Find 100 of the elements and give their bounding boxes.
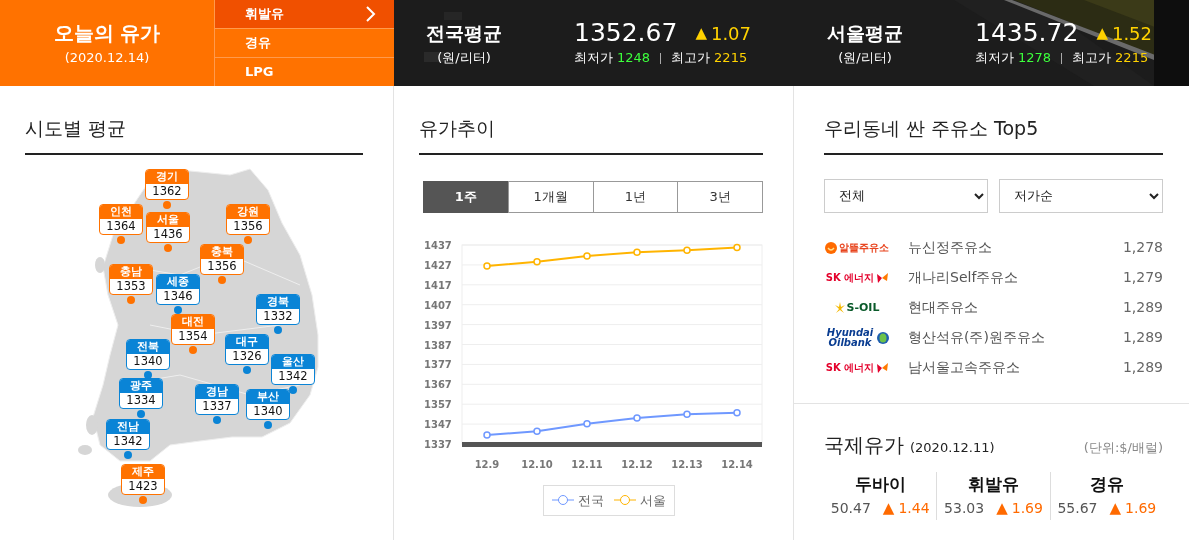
station-price: 1,289 (1122, 298, 1163, 318)
globe-icon (877, 331, 889, 344)
region-name: 강원 (227, 204, 269, 219)
data-point (633, 413, 641, 422)
region-price: 1334 (125, 392, 157, 408)
date-text: (2020.12.14) (64, 49, 150, 68)
station-price: 1,278 (1122, 238, 1163, 258)
fuel-menu-item[interactable]: 휘발유 (215, 0, 394, 29)
axis-label: 1437 (424, 239, 452, 251)
change-value: 1.69 (1125, 498, 1157, 518)
oil-price: 50.47 (830, 498, 871, 518)
brand-logo-text: SK 에너지 (825, 362, 875, 373)
price-value: 1435.72 (975, 18, 1079, 49)
butterfly-icon (876, 361, 889, 374)
axis-label: 1377 (424, 359, 452, 371)
change-value: 1.69 (1011, 498, 1043, 518)
region-name: 전남 (107, 419, 149, 434)
axis-label: 12.9 (474, 458, 500, 470)
sun-icon (834, 301, 845, 314)
brand-logo-text: SK 에너지 (825, 272, 875, 283)
period-tab[interactable]: 1개월 (507, 180, 594, 213)
data-point (633, 248, 641, 256)
region-name: 세종 (157, 274, 199, 289)
section-title: 우리동네 싼 주유소 Top5 (824, 86, 1163, 155)
section-title: 시도별 평균 (25, 86, 363, 155)
data-point (683, 410, 691, 418)
average-title: 서울평균 (827, 21, 903, 46)
data-point (733, 408, 741, 417)
region-name: 부산 (247, 389, 289, 404)
brand-logo-text: 알뜰주유소 (839, 242, 889, 253)
period-tab[interactable]: 1년 (592, 180, 679, 213)
axis-label: 12.10 (521, 458, 553, 470)
change-value: 1.52 (1111, 21, 1152, 46)
region-price: 1342 (277, 368, 309, 384)
axis-label: 1407 (424, 299, 452, 311)
region-name: 충남 (110, 264, 152, 279)
region-price: 1342 (112, 433, 144, 449)
data-point (683, 246, 691, 254)
period-tab[interactable]: 1주 (423, 180, 509, 213)
min-label: 최저가 (975, 49, 1014, 68)
brand-logo-text: Hyundai Oilbank (825, 327, 875, 348)
axis-label: 1367 (424, 379, 452, 390)
station-name: 개나리Self주유소 (907, 268, 1020, 288)
up-arrow: ▲ (695, 23, 707, 44)
station-name: 남서울고속주유소 (907, 358, 1021, 378)
axis-label: 12.12 (621, 458, 653, 470)
date-text: (2020.12.11) (910, 438, 995, 457)
region-name: 대구 (226, 334, 268, 349)
region-name: 대전 (172, 314, 214, 329)
max-label: 최고가 (1072, 49, 1112, 68)
region-price: 1356 (232, 218, 264, 234)
axis-label: 1397 (424, 319, 452, 331)
region-name: 경북 (257, 294, 299, 309)
period-tab[interactable]: 3년 (677, 180, 763, 213)
region-price: 1326 (231, 348, 263, 364)
min-value: 1248 (617, 49, 651, 68)
region-name: 전북 (127, 339, 169, 354)
page-title: 오늘의 유가 (53, 20, 161, 48)
chevron-right-icon (366, 6, 376, 22)
axis-label: 12.11 (571, 458, 603, 470)
data-point (733, 243, 741, 251)
oil-name: 두바이 (854, 472, 906, 496)
station-name: 형산석유(주)원주유소 (907, 328, 1046, 348)
axis-label: 1417 (424, 279, 452, 291)
max-label: 최고가 (671, 49, 711, 68)
up-arrow: ▲ (1109, 498, 1122, 520)
station-name: 현대주유소 (907, 298, 979, 318)
region-name: 제주 (122, 464, 164, 479)
max-value: 2215 (714, 49, 748, 68)
data-point (533, 257, 541, 266)
change-value: 1.07 (710, 21, 751, 46)
filter-select[interactable]: 저가순 (999, 178, 1163, 213)
unit-text: (단위:$/배럴) (1083, 438, 1163, 457)
max-value: 2215 (1115, 49, 1149, 68)
min-label: 최저가 (574, 49, 613, 68)
section-title: 유가추이 (419, 86, 763, 155)
region-price: 1337 (201, 398, 233, 414)
oil-name: 경유 (1089, 472, 1124, 496)
oil-price: 53.03 (944, 498, 985, 518)
region-price: 1346 (162, 288, 194, 304)
data-point (533, 427, 541, 435)
region-price: 1340 (252, 403, 284, 419)
butterfly-icon (876, 271, 889, 284)
station-price: 1,289 (1122, 328, 1163, 348)
brand-logo-text: S-OIL (846, 302, 880, 314)
axis-label: 1357 (424, 398, 452, 410)
legend-marker-icon (551, 494, 574, 507)
region-name: 경남 (196, 384, 238, 399)
up-arrow: ▲ (1096, 23, 1108, 44)
region-name: 경기 (146, 169, 188, 184)
axis-label: 12.13 (671, 458, 703, 470)
min-value: 1278 (1018, 49, 1052, 68)
station-price: 1,279 (1122, 268, 1163, 288)
up-arrow: ▲ (996, 498, 1008, 520)
oil-price: 55.67 (1057, 498, 1098, 518)
data-point (583, 419, 591, 428)
data-point (583, 251, 591, 260)
filter-select[interactable]: 전체 (824, 178, 988, 213)
region-price: 1354 (177, 328, 209, 344)
price-value: 1352.67 (574, 18, 678, 49)
